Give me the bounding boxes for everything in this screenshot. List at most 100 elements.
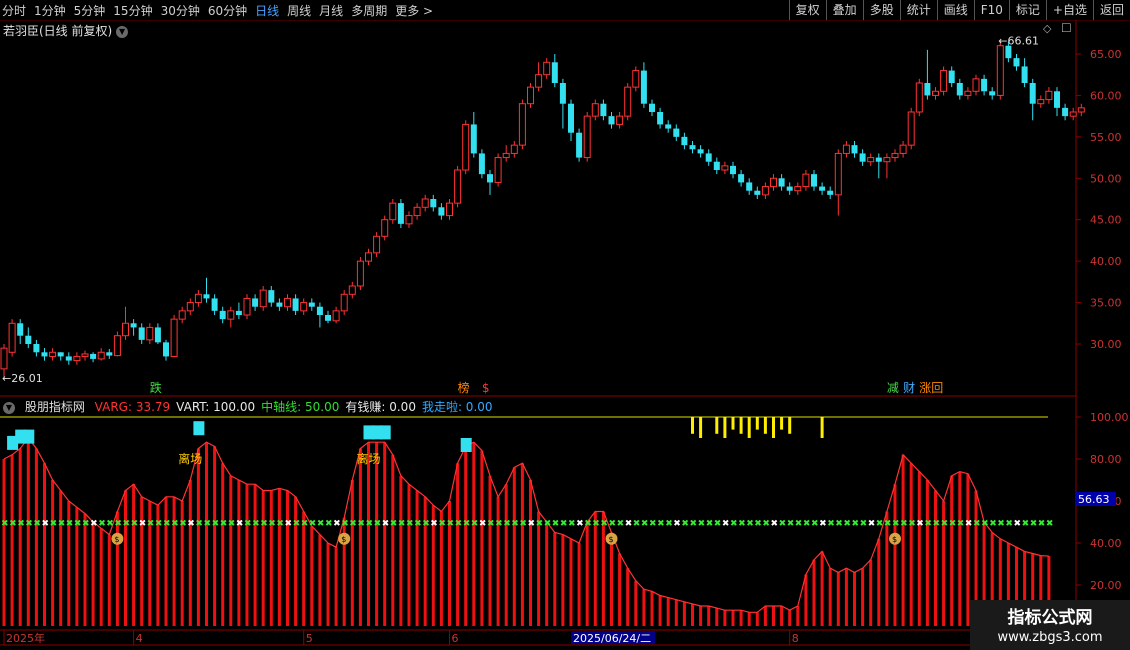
candle-body [996,45,1004,96]
indicator-field-3: 有钱赚: 0.00 [345,400,416,414]
candle-body [300,302,308,312]
midline-marker: ✖ [406,519,414,529]
candle-body [227,310,235,320]
candle-body [819,186,826,191]
midline-marker: ✖ [1030,519,1038,529]
indicator-title-bar: ▼ 股朋指标网 VARG: 33.79 VART: 100.00 中轴线: 50.0… [3,398,505,415]
midline-marker: ✖ [487,519,495,529]
date-label: 6 [452,632,459,645]
midline-marker: ✖ [285,519,293,529]
candle-body [518,103,526,146]
midline-marker: ✖ [908,519,916,529]
midline-marker: ✖ [438,519,446,529]
midline-marker: ✖ [414,519,422,529]
midline-marker: ✖ [657,519,665,529]
signal-marker: $ [482,381,490,395]
candle-body [65,356,72,361]
midline-marker: ✖ [187,519,195,529]
candle-body [219,310,226,320]
candle-body [154,327,161,343]
midline-marker: ✖ [779,519,787,529]
candle-body [956,83,963,96]
candle-body [1013,58,1020,67]
indicator-axis-label: 20.00 [1090,579,1122,592]
midline-marker: ✖ [528,519,536,529]
midline-marker: ✖ [949,519,957,529]
candle-body [470,124,477,154]
candle-body [940,70,948,92]
candle-body [794,186,802,192]
candle-body [308,302,315,307]
midline-marker: ✖ [997,519,1005,529]
midline-marker: ✖ [536,519,544,529]
midline-marker: ✖ [843,519,851,529]
candle-body [867,157,875,163]
candle-body [689,145,696,150]
midline-marker: ✖ [762,519,770,529]
candle-body [186,302,194,312]
candle-body [494,157,502,183]
money-bag-icon-glyph: $ [114,535,119,544]
peak-block [379,425,391,440]
indicator-axis-label: 80.00 [1090,453,1122,466]
midline-marker: ✖ [163,519,171,529]
candle-body [73,355,81,362]
midline-marker: ✖ [195,519,203,529]
midline-marker: ✖ [1022,519,1030,529]
midline-marker: ✖ [430,519,438,529]
midline-marker: ✖ [916,519,924,529]
midline-marker: ✖ [293,519,301,529]
candle-body [389,202,397,221]
candle-body [591,103,599,117]
candle-body [381,219,389,237]
midline-marker: ✖ [690,519,698,529]
chevron-down-icon[interactable]: ▼ [3,401,15,414]
candle-body [170,318,178,357]
date-label: 2025年 [6,631,45,645]
candle-body [276,302,283,307]
candle-body [907,111,915,146]
indicator-field-0: VARG: 33.79 [94,400,171,414]
price-label: 65.00 [1090,48,1122,61]
candle-body [113,335,121,357]
midline-marker: ✖ [479,519,487,529]
candle-body [0,347,8,370]
price-label: 30.00 [1090,338,1122,351]
current-value-label: 56.63 [1078,493,1110,506]
midline-marker: ✖ [519,519,527,529]
midline-marker: ✖ [819,519,827,529]
candle-body [235,310,242,315]
cursor-date-label: 2025/06/24/二 [573,632,651,645]
indicator-name[interactable]: 股朋指标网 [25,400,85,414]
midline-marker: ✖ [244,519,252,529]
midline-marker: ✖ [463,519,471,529]
midline-marker: ✖ [42,519,50,529]
indicator-field-1: VART: 100.00 [176,400,256,414]
candle-body [430,199,437,208]
midline-marker: ✖ [730,519,738,529]
midline-marker: ✖ [398,519,406,529]
midline-marker: ✖ [325,519,333,529]
peak-block [193,421,205,436]
chevron-down-icon[interactable]: ▼ [116,25,129,38]
midline-marker: ✖ [884,519,892,529]
candle-body [462,123,470,171]
exit-label: 离场 [178,451,202,466]
candle-body [527,86,534,105]
diamond-icon[interactable]: ◇ [1043,22,1051,35]
candle-body [194,293,202,304]
candle-body [657,112,664,125]
stock-title: 若羽臣(日线 前复权) [3,24,113,38]
midline-marker: ✖ [366,519,374,529]
midline-marker: ✖ [900,519,908,529]
candle-body [600,103,607,117]
midline-marker: ✖ [1038,519,1046,529]
candle-body [49,351,57,357]
midline-marker: ✖ [131,519,139,529]
money-bag-icon-glyph: $ [609,535,614,544]
candle-body [446,202,453,217]
candle-body [746,182,753,191]
close-icon[interactable]: ☐ [1061,21,1072,35]
midline-marker: ✖ [1046,519,1054,529]
money-bag-icon-glyph: $ [341,535,346,544]
